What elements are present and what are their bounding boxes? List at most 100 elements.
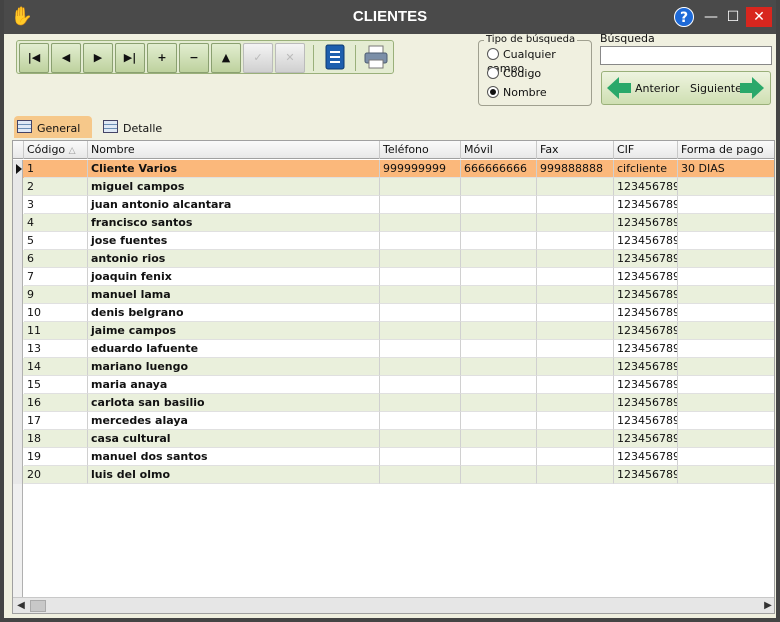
cell-cif[interactable]: 123456789 — [614, 394, 678, 412]
table-row[interactable]: 15 maria anaya 123456789 — [13, 376, 774, 394]
cell-codigo[interactable]: 11 — [24, 322, 88, 340]
cell-forma-pago[interactable] — [678, 412, 774, 430]
cell-movil[interactable] — [461, 232, 537, 250]
cell-movil[interactable]: 666666666 — [461, 160, 537, 178]
cell-fax[interactable] — [537, 322, 614, 340]
cell-codigo[interactable]: 4 — [24, 214, 88, 232]
previous-record-button[interactable]: ◀ — [51, 43, 81, 73]
table-row[interactable]: 18 casa cultural 123456789 — [13, 430, 774, 448]
table-row[interactable]: 14 mariano luengo 123456789 — [13, 358, 774, 376]
table-row[interactable]: 19 manuel dos santos 123456789 — [13, 448, 774, 466]
print-button[interactable] — [361, 43, 391, 73]
cell-nombre[interactable]: joaquin fenix — [88, 268, 380, 286]
cell-telefono[interactable] — [380, 286, 461, 304]
cell-telefono[interactable] — [380, 196, 461, 214]
cell-nombre[interactable]: antonio rios — [88, 250, 380, 268]
minimize-button[interactable]: — — [702, 7, 720, 27]
cancel-edit-button[interactable]: ✕ — [275, 43, 305, 73]
cell-forma-pago[interactable]: 30 DIAS — [678, 160, 774, 178]
cell-nombre[interactable]: carlota san basilio — [88, 394, 380, 412]
table-row[interactable]: 3 juan antonio alcantara 123456789 — [13, 196, 774, 214]
cell-telefono[interactable] — [380, 466, 461, 484]
column-header-nombre[interactable]: Nombre — [88, 141, 380, 159]
cell-codigo[interactable]: 16 — [24, 394, 88, 412]
cell-telefono[interactable] — [380, 430, 461, 448]
row-indicator[interactable] — [13, 448, 23, 466]
column-header-codigo[interactable]: Código △ — [24, 141, 88, 159]
cell-telefono[interactable] — [380, 412, 461, 430]
horizontal-scrollbar[interactable]: ◀ ▶ — [13, 597, 774, 613]
cell-codigo[interactable]: 10 — [24, 304, 88, 322]
cell-codigo[interactable]: 2 — [24, 178, 88, 196]
tab-detalle[interactable]: Detalle — [100, 116, 170, 138]
cell-movil[interactable] — [461, 178, 537, 196]
cell-fax[interactable] — [537, 358, 614, 376]
cell-movil[interactable] — [461, 250, 537, 268]
row-indicator[interactable] — [13, 304, 23, 322]
cell-codigo[interactable]: 15 — [24, 376, 88, 394]
row-indicator[interactable] — [13, 250, 23, 268]
cell-telefono[interactable] — [380, 304, 461, 322]
table-row[interactable]: 17 mercedes alaya 123456789 — [13, 412, 774, 430]
cell-forma-pago[interactable] — [678, 250, 774, 268]
cell-nombre[interactable]: francisco santos — [88, 214, 380, 232]
cell-codigo[interactable]: 1 — [24, 160, 88, 178]
cell-telefono[interactable] — [380, 358, 461, 376]
cell-forma-pago[interactable] — [678, 322, 774, 340]
cell-forma-pago[interactable] — [678, 268, 774, 286]
cell-nombre[interactable]: mariano luengo — [88, 358, 380, 376]
cell-fax[interactable] — [537, 340, 614, 358]
cell-codigo[interactable]: 3 — [24, 196, 88, 214]
next-record-button[interactable]: ▶ — [83, 43, 113, 73]
cell-nombre[interactable]: casa cultural — [88, 430, 380, 448]
cell-fax[interactable] — [537, 250, 614, 268]
cell-cif[interactable]: 123456789 — [614, 448, 678, 466]
last-record-button[interactable]: ▶| — [115, 43, 145, 73]
first-record-button[interactable]: |◀ — [19, 43, 49, 73]
cell-nombre[interactable]: Cliente Varios — [88, 160, 380, 178]
table-row[interactable]: 2 miguel campos 123456789 — [13, 178, 774, 196]
row-indicator[interactable] — [13, 340, 23, 358]
cell-telefono[interactable] — [380, 448, 461, 466]
cell-cif[interactable]: 123456789 — [614, 250, 678, 268]
cell-forma-pago[interactable] — [678, 358, 774, 376]
delete-record-button[interactable]: − — [179, 43, 209, 73]
cell-movil[interactable] — [461, 412, 537, 430]
close-button[interactable]: ✕ — [746, 7, 772, 27]
cell-forma-pago[interactable] — [678, 214, 774, 232]
row-indicator[interactable] — [13, 178, 23, 196]
search-input[interactable] — [600, 46, 772, 65]
table-row[interactable]: 7 joaquin fenix 123456789 — [13, 268, 774, 286]
table-row[interactable]: 1 Cliente Varios 999999999 666666666 9998888… — [13, 160, 774, 178]
tab-general[interactable]: General — [14, 116, 92, 138]
cell-telefono[interactable] — [380, 322, 461, 340]
cell-movil[interactable] — [461, 268, 537, 286]
cell-telefono[interactable] — [380, 178, 461, 196]
column-header-movil[interactable]: Móvil — [461, 141, 537, 159]
cell-movil[interactable] — [461, 448, 537, 466]
cell-cif[interactable]: 123456789 — [614, 268, 678, 286]
cell-movil[interactable] — [461, 196, 537, 214]
cell-nombre[interactable]: manuel dos santos — [88, 448, 380, 466]
cell-movil[interactable] — [461, 286, 537, 304]
cell-telefono[interactable] — [380, 268, 461, 286]
cell-fax[interactable] — [537, 430, 614, 448]
row-indicator[interactable] — [13, 232, 23, 250]
radio-code[interactable]: Código — [487, 67, 541, 83]
cell-codigo[interactable]: 14 — [24, 358, 88, 376]
cell-fax[interactable] — [537, 394, 614, 412]
cell-cif[interactable]: 123456789 — [614, 196, 678, 214]
cell-nombre[interactable]: luis del olmo — [88, 466, 380, 484]
cell-nombre[interactable]: maria anaya — [88, 376, 380, 394]
row-indicator[interactable] — [13, 322, 23, 340]
cell-fax[interactable] — [537, 268, 614, 286]
column-header-telefono[interactable]: Teléfono — [380, 141, 461, 159]
cell-forma-pago[interactable] — [678, 376, 774, 394]
cell-codigo[interactable]: 7 — [24, 268, 88, 286]
cell-codigo[interactable]: 17 — [24, 412, 88, 430]
cell-nombre[interactable]: eduardo lafuente — [88, 340, 380, 358]
cell-fax[interactable] — [537, 448, 614, 466]
cell-movil[interactable] — [461, 322, 537, 340]
row-indicator[interactable] — [13, 412, 23, 430]
table-row[interactable]: 13 eduardo lafuente 123456789 — [13, 340, 774, 358]
